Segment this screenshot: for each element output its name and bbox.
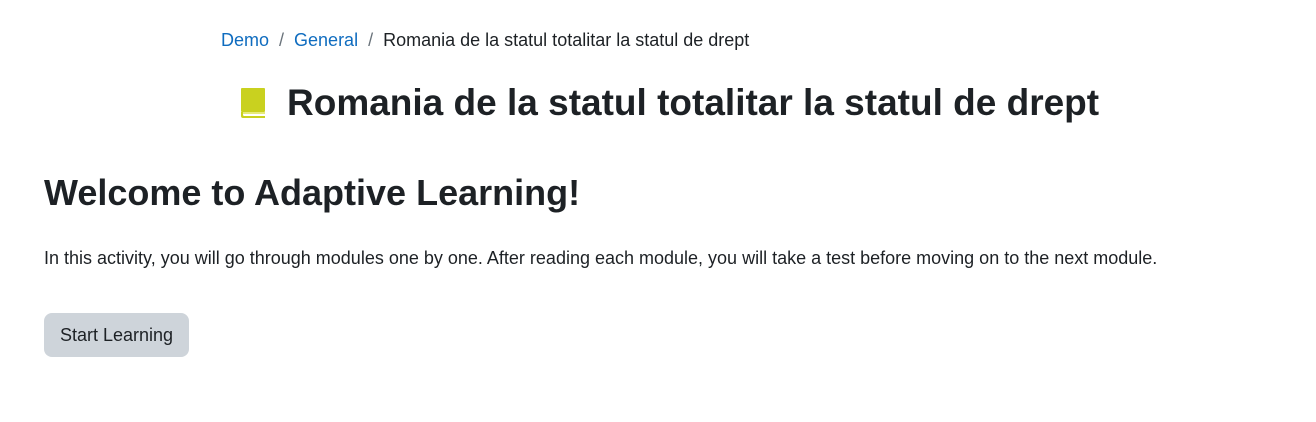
page-header: Romania de la statul totalitar la statul… [239,80,1099,126]
welcome-heading: Welcome to Adaptive Learning! [44,172,581,213]
breadcrumb-current: Romania de la statul totalitar la statul… [383,30,750,50]
breadcrumb-link-general[interactable]: General [294,28,358,52]
breadcrumb: Demo / General / Romania de la statul to… [221,28,749,52]
breadcrumb-separator: / [368,30,374,50]
start-learning-button[interactable]: Start Learning [44,313,190,357]
breadcrumb-link-demo[interactable]: Demo [221,28,269,52]
book-icon [239,87,267,119]
intro-text: In this activity, you will go through mo… [44,248,1158,268]
breadcrumb-separator: / [279,30,285,50]
page-title: Romania de la statul totalitar la statul… [287,82,1100,123]
